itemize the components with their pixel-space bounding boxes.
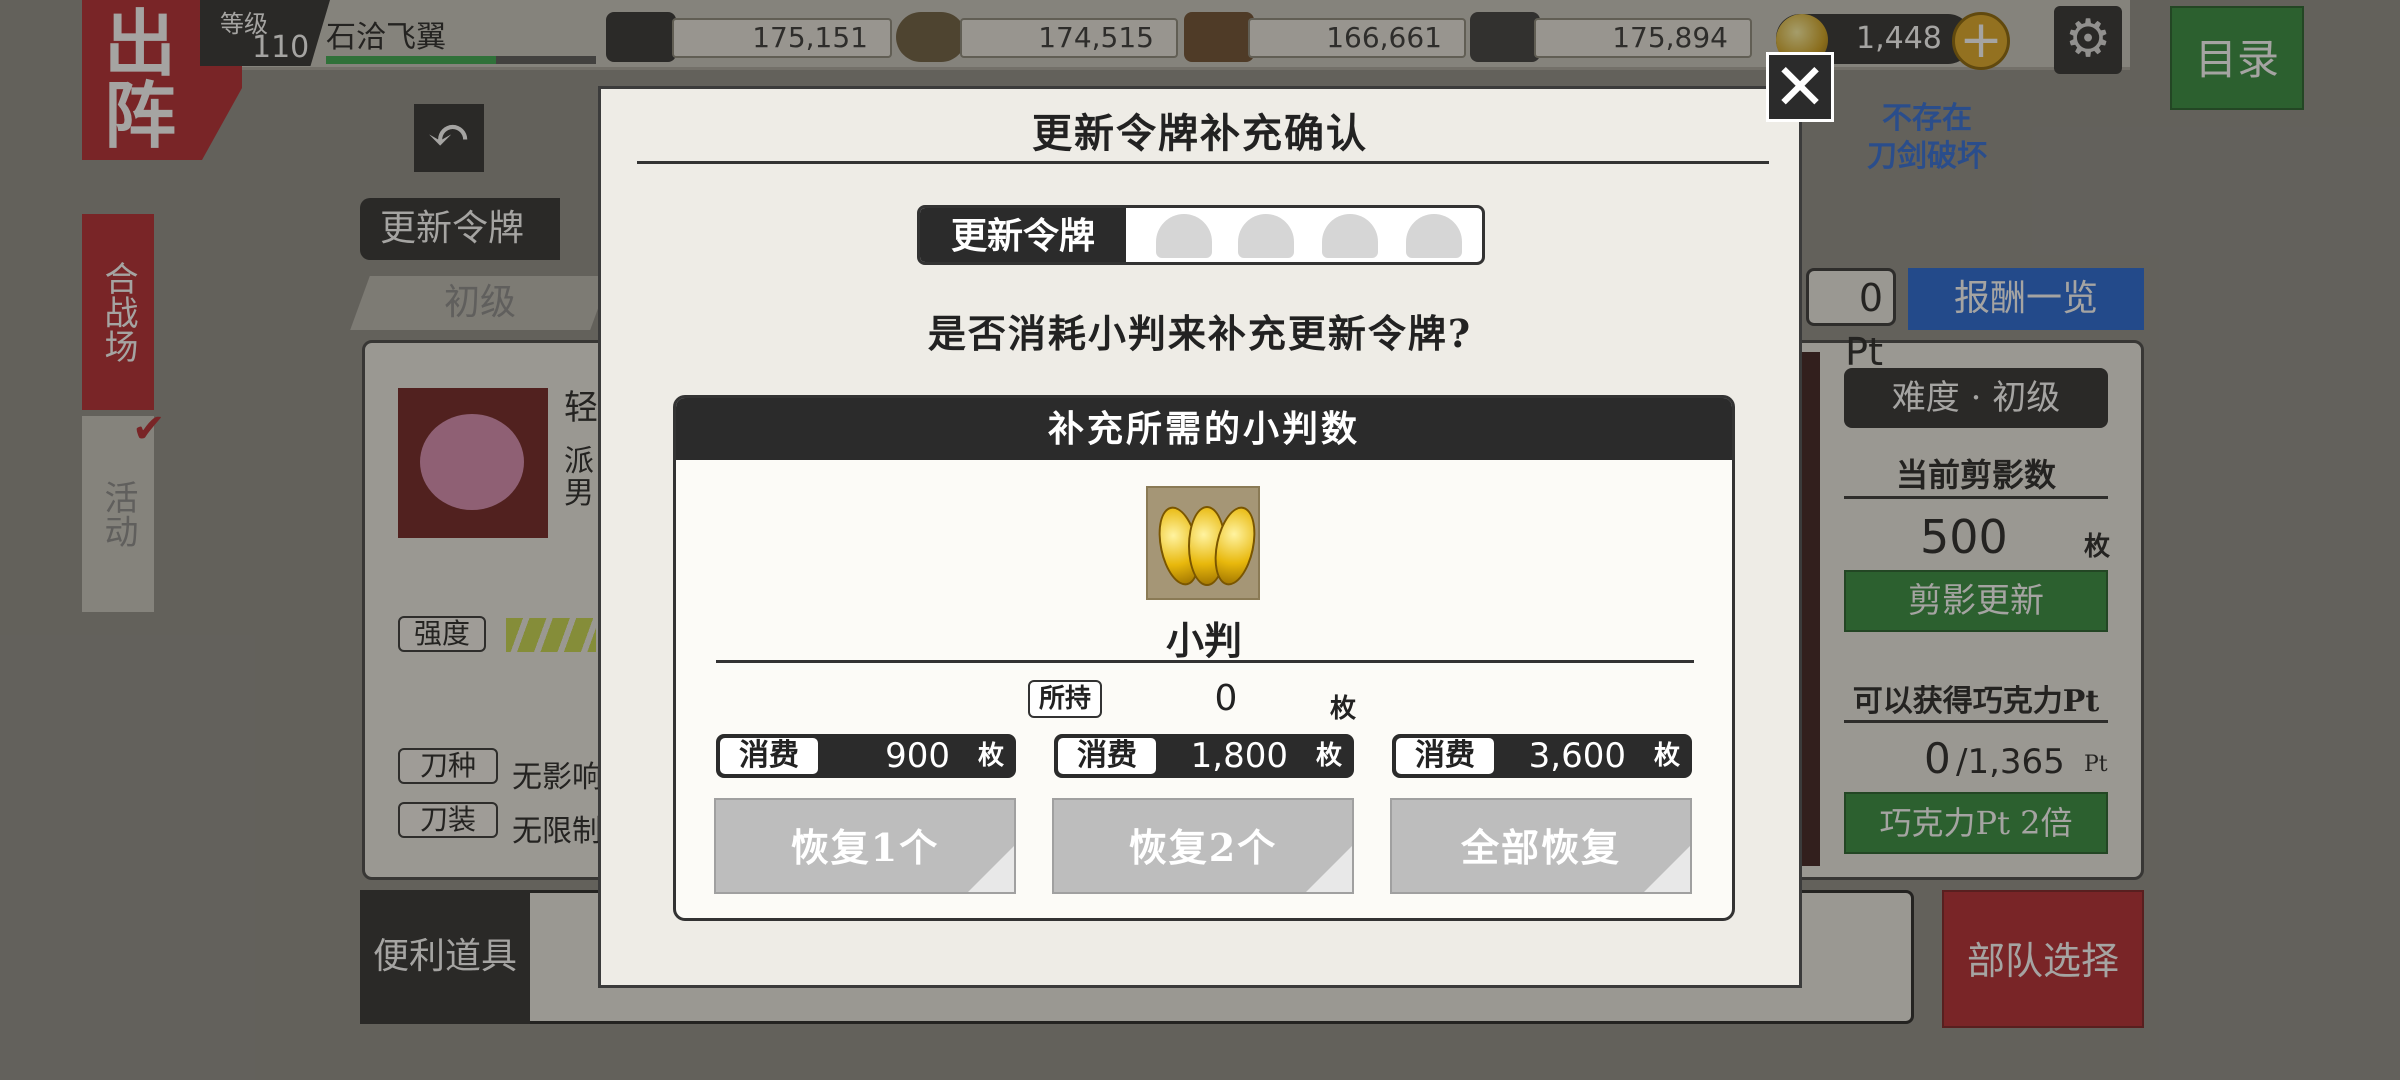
cost-2: 消费 1,800 枚: [1054, 734, 1354, 778]
charcoal-count: 175,151: [672, 18, 892, 58]
strength-tag: 强度: [398, 616, 486, 652]
rewards-list-button[interactable]: 报酬一览: [1908, 268, 2144, 330]
exp-bar: [326, 56, 596, 64]
cost-value: 1,800: [1190, 736, 1288, 776]
cost-tag: 消费: [1058, 738, 1156, 774]
blade-type-value: 无影响: [512, 760, 602, 795]
silhouette-rule: [1844, 496, 2108, 499]
menu-button[interactable]: 目录: [2170, 6, 2304, 110]
silhouette-unit: 枚: [2084, 532, 2111, 562]
silhouette-label: 当前剪影数: [1895, 456, 2056, 494]
recover-all-button[interactable]: 全部恢复: [1390, 798, 1692, 894]
strength-meter: [506, 618, 596, 652]
cost-unit: 枚: [977, 741, 1004, 771]
side-strip: [1802, 352, 1820, 866]
item-divider: [716, 660, 1694, 663]
dialog-title: 更新令牌补充确认: [1032, 110, 1368, 157]
confirm-question: 是否消耗小判来补充更新令牌?: [927, 311, 1473, 356]
cost-3: 消费 3,600 枚: [1392, 734, 1692, 778]
stage-heart-image: [398, 388, 548, 538]
koban-count: 1,448: [1856, 21, 1942, 56]
item-label: 便利道具: [360, 890, 530, 1024]
empty-token-icon: [1406, 214, 1462, 258]
equip-tag: 刀装: [398, 802, 498, 838]
level-badge: 等级 110: [200, 0, 330, 66]
party-select-button[interactable]: 部队选择: [1942, 890, 2144, 1028]
empty-token-icon: [1322, 214, 1378, 258]
tab-battlefield[interactable]: 合战场: [82, 214, 154, 410]
gear-icon: ⚙: [2064, 9, 2112, 69]
pt-display: 0 Pt: [1806, 268, 1896, 374]
token-label: 更新令牌: [920, 208, 1126, 262]
choco-current: 0: [1924, 734, 1951, 783]
owned-tag: 所持: [1028, 680, 1102, 718]
difficulty-label: 难度 · 初级: [1844, 368, 2108, 428]
coolant-count: 166,661: [1248, 18, 1466, 58]
no-break-text: 不存在 刀剑破坏: [1867, 101, 1987, 174]
empty-token-icon: [1156, 214, 1212, 258]
choco-label: 可以获得巧克力Pt: [1852, 684, 2100, 719]
cost-1: 消费 900 枚: [716, 734, 1016, 778]
title-divider: [637, 161, 1769, 164]
cost-value: 900: [885, 736, 950, 776]
silhouette-refresh-button[interactable]: 剪影更新: [1844, 570, 2108, 632]
char-line-3: 男: [564, 476, 594, 511]
charcoal-icon: [606, 12, 676, 62]
bg-token-label: 更新令牌: [360, 198, 560, 260]
owned-value: 0: [1214, 678, 1238, 719]
choco-rule: [1844, 720, 2108, 723]
pt-value: 0: [1858, 276, 1883, 320]
coolant-icon: [1184, 12, 1254, 62]
no-break-badge: 不存在 刀剑破坏: [1862, 100, 1992, 190]
sortie-char-1: 出: [104, 1, 177, 86]
whetstone-count: 175,894: [1534, 18, 1752, 58]
choco-unit: Pt: [2084, 752, 2108, 777]
choco-max: /1,365: [1956, 742, 2065, 782]
cost-tag: 消费: [1396, 738, 1494, 774]
requirement-title: 补充所需的小判数: [676, 398, 1732, 460]
close-dialog-button[interactable]: ✕: [1766, 52, 1834, 122]
koban-item-icon: [1146, 486, 1262, 600]
settings-button[interactable]: ⚙: [2054, 6, 2122, 74]
checkmark-icon: ✔: [132, 406, 166, 452]
tab-beginner-label: 初级: [443, 282, 516, 323]
recover-2-button[interactable]: 恢复2个: [1052, 798, 1354, 894]
cost-tag: 消费: [720, 738, 818, 774]
back-button[interactable]: ↶: [414, 104, 484, 172]
silhouette-value: 500: [1920, 510, 2008, 564]
choco-max-value: 1,365: [1967, 742, 2065, 782]
recover-1-button[interactable]: 恢复1个: [714, 798, 1016, 894]
steel-icon: [896, 12, 966, 62]
cost-unit: 枚: [1315, 741, 1342, 771]
equip-value: 无限制: [512, 814, 602, 849]
choco-double-button[interactable]: 巧克力Pt 2倍: [1844, 792, 2108, 854]
cost-unit: 枚: [1653, 741, 1680, 771]
steel-count: 174,515: [960, 18, 1178, 58]
owned-unit: 枚: [1330, 694, 1357, 724]
requirement-panel: 补充所需的小判数 小判 所持 0 枚 消费 900 枚 消费 1,800 枚 消…: [673, 395, 1735, 921]
return-arrow-icon: ↶: [427, 106, 471, 166]
tab-beginner[interactable]: 初级: [350, 276, 610, 330]
level-value: 110: [252, 30, 310, 65]
token-slots: 更新令牌: [917, 205, 1485, 265]
char-name-partial: 轻: [564, 388, 598, 428]
sortie-char-2: 阵: [104, 73, 177, 158]
add-koban-button[interactable]: +: [1952, 12, 2010, 70]
whetstone-icon: [1470, 12, 1540, 62]
empty-token-icon: [1238, 214, 1294, 258]
cost-value: 3,600: [1528, 736, 1626, 776]
player-name: 石洽飞翼: [326, 20, 446, 55]
refill-confirm-dialog: 更新令牌补充确认 更新令牌 是否消耗小判来补充更新令牌? 补充所需的小判数 小判…: [598, 86, 1802, 988]
blade-type-tag: 刀种: [398, 748, 498, 784]
item-name: 小判: [1165, 618, 1242, 663]
close-icon: ✕: [1773, 51, 1827, 125]
